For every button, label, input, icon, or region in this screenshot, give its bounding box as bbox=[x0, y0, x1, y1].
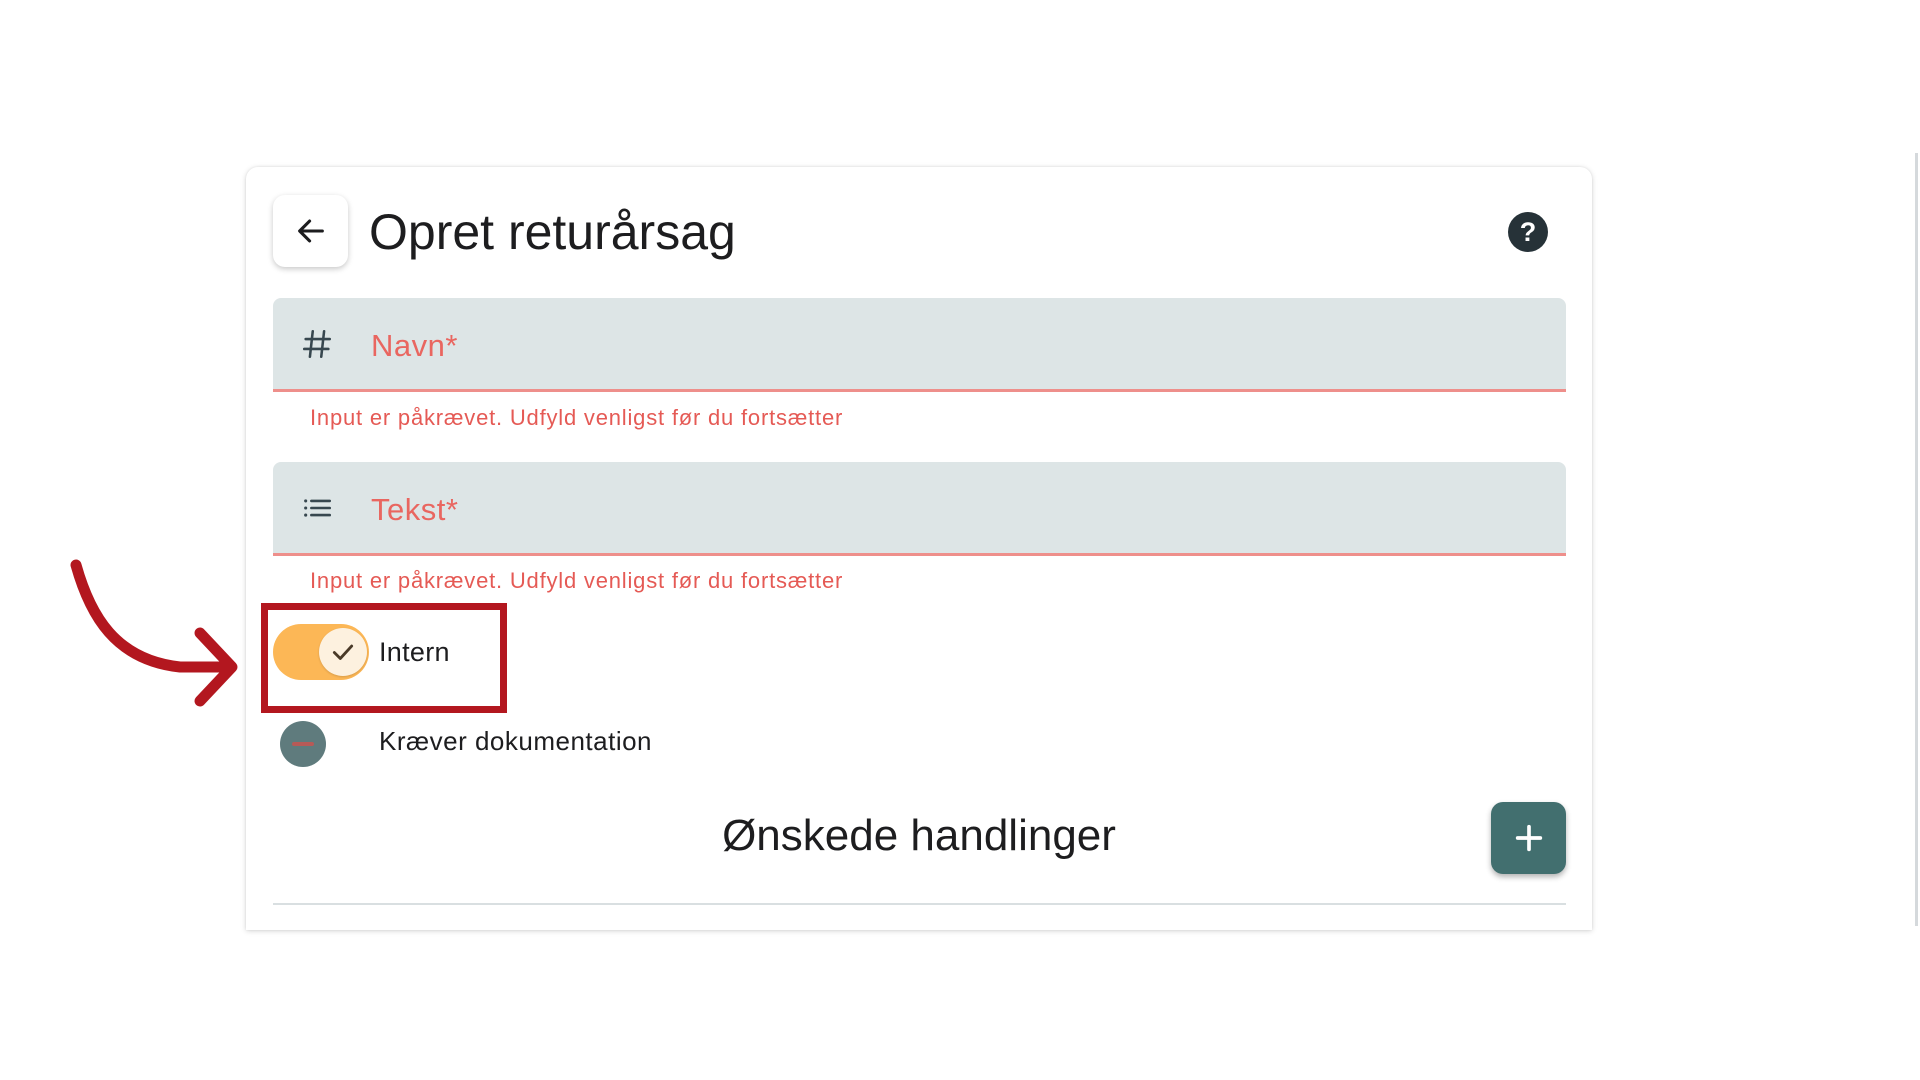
arrow-left-icon bbox=[297, 219, 324, 243]
list-icon bbox=[297, 488, 337, 528]
text-field[interactable]: Tekst* bbox=[273, 462, 1566, 556]
scrollbar[interactable] bbox=[1915, 153, 1918, 926]
annotation-highlight-box bbox=[261, 603, 507, 713]
desired-actions-title: Ønskede handlinger bbox=[722, 811, 1116, 860]
screen: Opret returårsag ? Navn* Input er påkræv… bbox=[0, 0, 1920, 1080]
text-field-label: Tekst* bbox=[371, 492, 459, 527]
back-button[interactable] bbox=[273, 195, 348, 267]
hash-icon bbox=[297, 324, 337, 364]
text-field-error: Input er påkrævet. Udfyld venligst før d… bbox=[310, 568, 844, 593]
plus-icon bbox=[1515, 824, 1542, 852]
help-icon[interactable]: ? bbox=[1508, 212, 1548, 252]
documentation-toggle-label: Kræver dokumentation bbox=[379, 726, 653, 756]
name-field-error: Input er påkrævet. Udfyld venligst før d… bbox=[310, 405, 844, 430]
create-return-reason-card: Opret returårsag ? Navn* Input er påkræv… bbox=[246, 167, 1592, 930]
annotation-arrow-icon bbox=[70, 559, 238, 707]
minus-icon bbox=[292, 742, 314, 746]
add-action-button[interactable] bbox=[1491, 802, 1566, 874]
name-field[interactable]: Navn* bbox=[273, 298, 1566, 392]
section-divider bbox=[273, 903, 1566, 905]
page-title: Opret returårsag bbox=[369, 204, 736, 260]
name-field-label: Navn* bbox=[371, 328, 458, 363]
documentation-toggle[interactable] bbox=[280, 721, 326, 767]
